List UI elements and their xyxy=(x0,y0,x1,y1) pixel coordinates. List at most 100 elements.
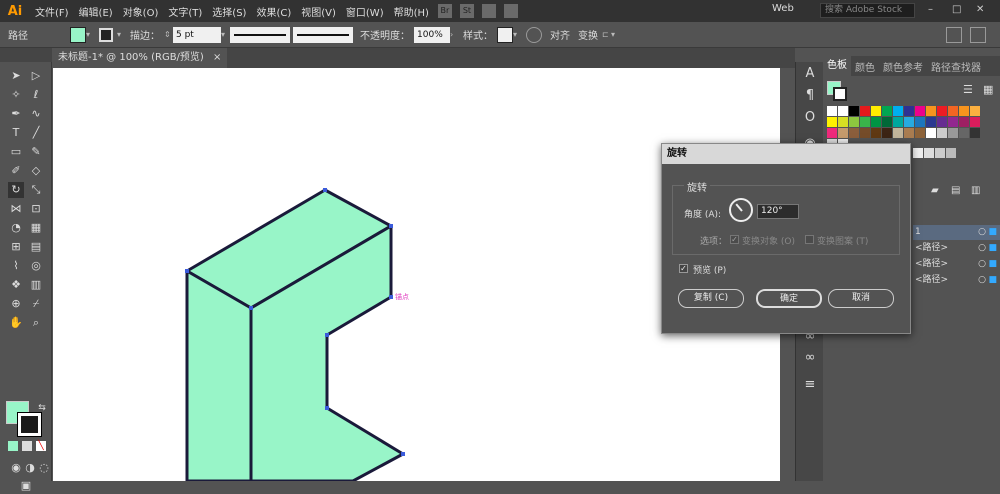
workspace-switcher[interactable]: Web xyxy=(772,3,794,14)
tab-swatches[interactable]: 色板 xyxy=(823,56,851,76)
target-icon[interactable]: ○ xyxy=(978,273,986,288)
tab-color[interactable]: 颜色 xyxy=(851,59,879,74)
copy-button[interactable]: 复制 (C) xyxy=(678,289,744,308)
layer-row[interactable]: <路径> ○ ■ xyxy=(913,241,1000,256)
chevron-right-icon[interactable]: › xyxy=(450,30,459,39)
rotate-tool-icon[interactable]: ↻ xyxy=(8,182,24,198)
selection-indicator-icon[interactable]: ■ xyxy=(988,273,997,288)
blend-tool-icon[interactable]: ◎ xyxy=(28,258,44,274)
menu-file[interactable]: 文件(F) xyxy=(30,4,74,19)
width-tool-icon[interactable]: ⋈ xyxy=(8,201,24,217)
swatch[interactable] xyxy=(882,128,892,138)
swatch[interactable] xyxy=(959,106,969,116)
layer-row[interactable]: <路径> ○ ■ xyxy=(913,273,1000,288)
swatch[interactable] xyxy=(959,128,969,138)
paintbrush-tool-icon[interactable]: ✎ xyxy=(28,144,44,160)
swatch[interactable] xyxy=(871,128,881,138)
menu-select[interactable]: 选择(S) xyxy=(207,4,251,19)
free-transform-tool-icon[interactable]: ⊡ xyxy=(28,201,44,217)
preview-checkbox[interactable]: ✓ xyxy=(679,264,688,273)
artboard-tool-icon[interactable]: ⊕ xyxy=(8,296,24,312)
recolor-artwork-icon[interactable] xyxy=(526,26,543,43)
chevron-down-icon[interactable]: ▾ xyxy=(117,30,126,39)
chevron-down-icon[interactable]: ▾ xyxy=(86,30,95,39)
swatch[interactable] xyxy=(871,117,881,127)
swatch[interactable] xyxy=(893,106,903,116)
layer-row[interactable]: <路径> ○ ■ xyxy=(913,257,1000,272)
swatch[interactable] xyxy=(959,117,969,127)
layer-row[interactable]: 1 ○ ■ xyxy=(913,225,1000,240)
pathfinder-link-icon[interactable]: ∞ xyxy=(802,350,818,366)
chevron-down-icon[interactable]: ▾ xyxy=(513,30,522,39)
folder-icon[interactable]: ▰ xyxy=(931,185,939,196)
stepper-icon[interactable]: ⇕ xyxy=(164,30,173,39)
swatch[interactable] xyxy=(915,117,925,127)
rectangle-tool-icon[interactable]: ▭ xyxy=(8,144,24,160)
character-panel-icon[interactable]: A xyxy=(802,66,818,82)
tab-pathfinder[interactable]: 路径查找器 xyxy=(927,59,985,74)
chevron-down-icon[interactable]: ▾ xyxy=(221,30,230,39)
gpu-performance-icon[interactable] xyxy=(503,4,518,18)
swatch[interactable] xyxy=(904,117,914,127)
none-mode-icon[interactable]: ╲ xyxy=(36,441,46,451)
swatch[interactable] xyxy=(915,106,925,116)
selection-tool-icon[interactable]: ➤ xyxy=(8,68,24,84)
slice-tool-icon[interactable]: ⌿ xyxy=(28,296,44,312)
selection-indicator-icon[interactable]: ■ xyxy=(988,225,997,240)
transform-button[interactable]: 变换 xyxy=(578,27,598,42)
menu-type[interactable]: 文字(T) xyxy=(163,4,207,19)
delete-swatch-icon[interactable]: ▥ xyxy=(971,185,980,196)
align-options-icon[interactable] xyxy=(946,27,962,43)
stroke-weight-field[interactable]: 5 pt xyxy=(173,26,221,43)
selection-indicator-icon[interactable]: ■ xyxy=(988,257,997,272)
menu-view[interactable]: 视图(V) xyxy=(296,4,341,19)
symbol-sprayer-tool-icon[interactable]: ❖ xyxy=(8,277,24,293)
swatch[interactable] xyxy=(970,117,980,127)
swatch[interactable] xyxy=(926,128,936,138)
swatch[interactable] xyxy=(827,106,837,116)
swatch[interactable] xyxy=(904,106,914,116)
swatch[interactable] xyxy=(893,128,903,138)
grid-view-icon[interactable]: ▦ xyxy=(983,83,993,96)
stock-search-input[interactable]: 搜索 Adobe Stock xyxy=(820,3,915,18)
paragraph-panel-icon[interactable]: ¶ xyxy=(802,88,818,104)
color-mode-icon[interactable] xyxy=(8,441,18,451)
swatch[interactable] xyxy=(838,117,848,127)
curvature-tool-icon[interactable]: ∿ xyxy=(28,106,44,122)
swatch[interactable] xyxy=(935,148,945,158)
perspective-grid-tool-icon[interactable]: ▦ xyxy=(28,220,44,236)
list-view-icon[interactable]: ☰ xyxy=(963,83,973,96)
target-icon[interactable]: ○ xyxy=(978,257,986,272)
swatch[interactable] xyxy=(913,148,923,158)
swatch[interactable] xyxy=(926,117,936,127)
swatch[interactable] xyxy=(860,117,870,127)
graphic-style-swatch[interactable] xyxy=(497,26,514,43)
close-window-icon[interactable]: ✕ xyxy=(976,5,988,15)
align-button[interactable]: 对齐 xyxy=(550,27,570,42)
angle-input[interactable]: 120° xyxy=(757,204,799,219)
pen-tool-icon[interactable]: ✒ xyxy=(8,106,24,122)
bridge-icon[interactable]: Br xyxy=(437,4,452,18)
lasso-tool-icon[interactable]: ℓ xyxy=(28,87,44,103)
magic-wand-tool-icon[interactable]: ✧ xyxy=(8,87,24,103)
stroke-swatch[interactable] xyxy=(99,27,113,42)
opacity-field[interactable]: 100% xyxy=(414,26,451,43)
zoom-tool-icon[interactable]: ⌕ xyxy=(28,315,44,331)
swatch[interactable] xyxy=(849,128,859,138)
document-tab[interactable]: 未标题-1* @ 100% (RGB/预览) × xyxy=(52,48,228,68)
swatch[interactable] xyxy=(937,128,947,138)
swatch[interactable] xyxy=(893,117,903,127)
type-tool-icon[interactable]: T xyxy=(8,125,24,141)
draw-inside-icon[interactable]: ◌ xyxy=(36,460,52,476)
swatch[interactable] xyxy=(948,117,958,127)
target-icon[interactable]: ○ xyxy=(978,225,986,240)
stock-icon[interactable]: St xyxy=(459,4,474,18)
menu-edit[interactable]: 编辑(E) xyxy=(74,4,118,19)
mesh-tool-icon[interactable]: ⊞ xyxy=(8,239,24,255)
swatch[interactable] xyxy=(948,106,958,116)
gradient-mode-icon[interactable] xyxy=(22,441,32,451)
swatch[interactable] xyxy=(937,106,947,116)
swatch[interactable] xyxy=(860,128,870,138)
fill-swatch[interactable] xyxy=(70,26,86,43)
direct-selection-tool-icon[interactable]: ▷ xyxy=(28,68,44,84)
